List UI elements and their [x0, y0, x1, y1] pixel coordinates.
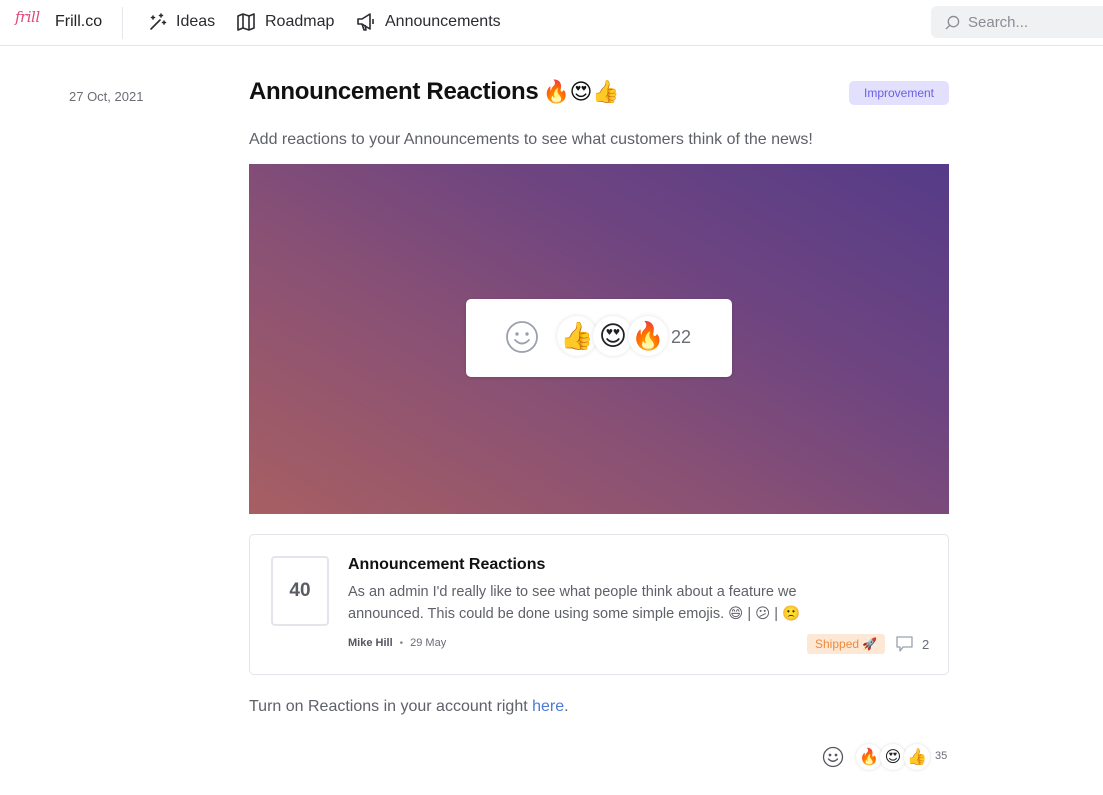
nav-ideas-label: Ideas	[176, 13, 216, 30]
announcement-subtitle: Add reactions to your Announcements to s…	[249, 131, 813, 148]
announcement-title: Announcement Reactions 🔥😍👍	[249, 78, 620, 106]
announcement-date: 27 Oct, 2021	[69, 89, 144, 104]
nav-divider	[122, 7, 123, 39]
search-input[interactable]	[968, 13, 1098, 31]
status-badge: Shipped 🚀	[807, 634, 886, 654]
hero-emoji-heart-eyes: 😍	[593, 316, 633, 356]
comments-link[interactable]: 2	[896, 636, 929, 652]
footer-text: Turn on Reactions in your account right …	[249, 698, 569, 716]
comment-count: 2	[922, 636, 930, 652]
hero-image: 👍 😍 🔥 22	[249, 164, 949, 514]
nav-roadmap[interactable]: Roadmap	[236, 11, 334, 33]
hero-reaction-count: 22	[671, 327, 692, 347]
meta-separator: •	[399, 637, 404, 649]
category-badge[interactable]: Improvement	[849, 81, 949, 105]
idea-description: As an admin I'd really like to see what …	[348, 584, 801, 622]
top-navbar: frill Frill.co Ideas Roadmap Announcemen…	[0, 0, 1103, 46]
reaction-count: 35	[935, 750, 948, 762]
nav-announcements-label: Announcements	[385, 13, 501, 30]
footer-text-end: .	[564, 698, 569, 715]
announcement-title-text: Announcement Reactions	[249, 78, 539, 105]
hero-reaction-card: 👍 😍 🔥 22	[466, 299, 732, 377]
search-box[interactable]	[931, 6, 1103, 38]
brand-name[interactable]: Frill.co	[55, 13, 102, 31]
nav-announcements[interactable]: Announcements	[356, 11, 501, 33]
search-icon	[945, 15, 960, 30]
title-emojis: 🔥😍👍	[542, 79, 620, 104]
footer-here-link[interactable]: here	[532, 698, 564, 715]
idea-date: 29 May	[410, 637, 447, 649]
megaphone-icon	[357, 13, 374, 31]
reaction-thumbs-up[interactable]: 👍	[904, 744, 930, 770]
map-icon	[237, 13, 255, 31]
idea-meta: Mike Hill • 29 May	[348, 637, 446, 649]
smiley-icon	[506, 321, 538, 353]
sparkles-icon	[150, 13, 167, 30]
hero-emoji-thumbs-up: 👍	[557, 316, 597, 356]
hero-emoji-fire: 🔥	[628, 316, 668, 356]
comment-icon	[896, 636, 913, 652]
frill-logo[interactable]: frill	[15, 8, 40, 26]
reaction-heart-eyes[interactable]: 😍	[880, 744, 906, 770]
idea-title[interactable]: Announcement Reactions	[348, 556, 545, 574]
nav-roadmap-label: Roadmap	[265, 13, 335, 30]
linked-idea-card[interactable]: 40 Announcement Reactions As an admin I'…	[249, 534, 949, 675]
reaction-fire[interactable]: 🔥	[856, 744, 882, 770]
add-reaction-icon[interactable]	[822, 746, 844, 768]
nav-ideas[interactable]: Ideas	[147, 11, 215, 33]
idea-author: Mike Hill	[348, 637, 393, 649]
vote-button[interactable]: 40	[271, 556, 329, 626]
footer-text-main: Turn on Reactions in your account right	[249, 698, 533, 715]
